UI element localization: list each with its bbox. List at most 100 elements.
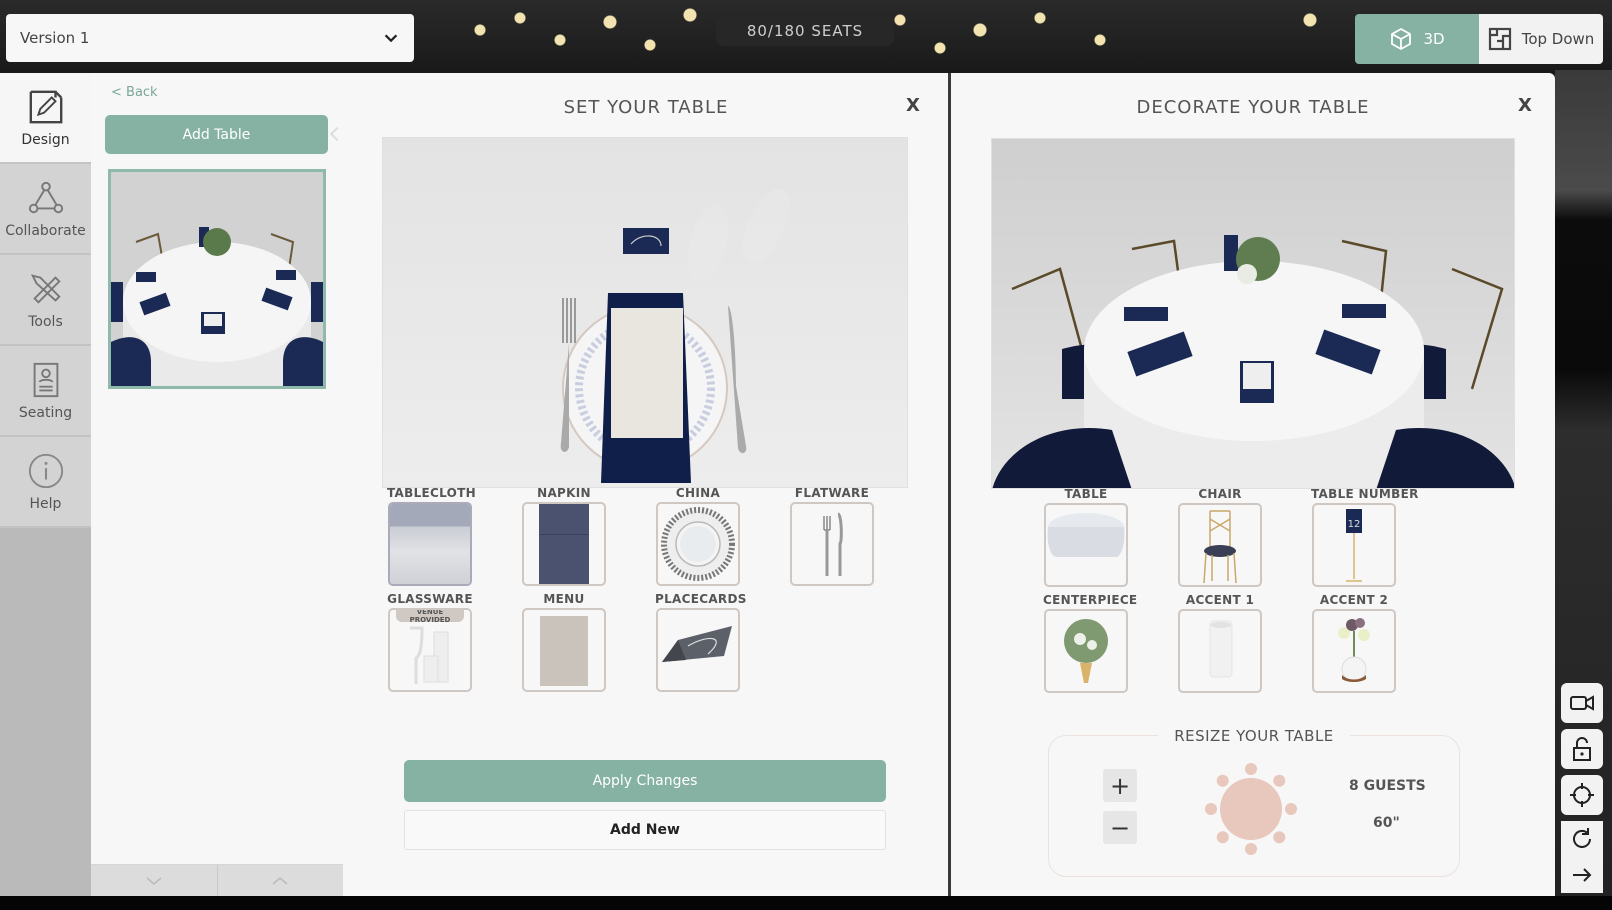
- seat-dot: [1273, 774, 1286, 787]
- menu-card-swatch: [540, 616, 588, 686]
- nav-item-collaborate[interactable]: Collaborate: [0, 164, 91, 255]
- nav-item-tools[interactable]: Tools: [0, 255, 91, 346]
- flatware-option[interactable]: [790, 502, 874, 586]
- item-label: ACCENT 2: [1319, 593, 1389, 607]
- glassware-option[interactable]: VENUE PROVIDED: [388, 608, 472, 692]
- apply-changes-button[interactable]: Apply Changes: [404, 760, 886, 802]
- view-toggle: 3D Top Down: [1355, 14, 1603, 64]
- nav-label: Collaborate: [5, 222, 86, 239]
- decorated-table-image: [992, 235, 1514, 488]
- guest-count: 8 GUESTS: [1349, 778, 1426, 794]
- nav-label: Design: [21, 131, 70, 148]
- network-icon: [28, 181, 63, 213]
- chevron-up-icon: [272, 876, 288, 885]
- china-option[interactable]: [656, 502, 740, 586]
- chevron-down-icon: [146, 876, 162, 885]
- napkin-swatch: [539, 504, 589, 584]
- panel-title: DECORATE YOUR TABLE: [1136, 97, 1370, 118]
- centerpiece-option[interactable]: [1044, 609, 1128, 693]
- chiavari-chair-icon: [1203, 510, 1237, 584]
- version-select[interactable]: Version 1: [6, 14, 414, 62]
- menu-option[interactable]: [522, 608, 606, 692]
- item-accent-1: ACCENT 1: [1177, 593, 1263, 693]
- seat-dot: [1273, 831, 1286, 844]
- svg-text:12: 12: [1348, 519, 1361, 530]
- tablecloth-option[interactable]: [388, 502, 472, 586]
- view-top-down-button[interactable]: Top Down: [1479, 14, 1603, 64]
- placecards-option[interactable]: [656, 608, 740, 692]
- table-number-option[interactable]: 12: [1312, 503, 1396, 587]
- seat-dot: [1216, 774, 1229, 787]
- seat-dot: [1245, 763, 1257, 775]
- seat-dot: [1216, 831, 1229, 844]
- centerpiece-icon: [1064, 619, 1108, 683]
- napkin-fold: [539, 534, 589, 535]
- scroll-down-button[interactable]: [91, 865, 218, 896]
- add-new-button[interactable]: Add New: [404, 810, 886, 850]
- table-shape: [1220, 778, 1282, 840]
- fork-knife-icon: [823, 512, 843, 576]
- item-glassware: GLASSWARE VENUE PROVIDED: [387, 592, 473, 692]
- left-nav: Design Collaborate Tools Seating Help: [0, 73, 91, 896]
- accent-1-option[interactable]: [1178, 609, 1262, 693]
- crosshair-icon: [1570, 783, 1594, 807]
- scroll-up-button[interactable]: [217, 865, 343, 896]
- item-label: PLACECARDS: [655, 592, 747, 606]
- cube-icon: [1391, 28, 1412, 50]
- table-option[interactable]: [1044, 503, 1128, 587]
- arrow-right-icon: [1573, 868, 1592, 882]
- tools-icon: [30, 273, 61, 304]
- rotate-icon: [1573, 828, 1591, 848]
- item-label: NAPKIN: [537, 486, 591, 500]
- napkin-option[interactable]: [522, 502, 606, 586]
- item-label: CHINA: [675, 486, 721, 500]
- pencil-icon: [29, 90, 62, 123]
- next-button[interactable]: [1561, 857, 1603, 893]
- nav-label: Help: [29, 495, 62, 512]
- recenter-button[interactable]: [1561, 775, 1603, 815]
- accent-2-option[interactable]: [1312, 609, 1396, 693]
- increase-size-button[interactable]: +: [1103, 769, 1137, 802]
- item-chair: CHAIR: [1177, 487, 1263, 587]
- item-accent-2: ACCENT 2: [1311, 593, 1397, 693]
- set-your-table-panel: SET YOUR TABLE X TABLECLOTH NAPKIN CHINA…: [343, 73, 949, 896]
- nav-item-design[interactable]: Design: [0, 73, 91, 164]
- item-flatware: FLATWARE: [789, 486, 875, 586]
- back-link[interactable]: < Back: [111, 85, 158, 100]
- collapse-arrow-icon[interactable]: [329, 126, 345, 142]
- nav-label: Seating: [18, 404, 73, 421]
- seat-dot: [1285, 803, 1297, 815]
- resize-table-section: RESIZE YOUR TABLE + − 8 GUESTS 60": [1048, 727, 1460, 877]
- item-label: TABLE NUMBER: [1311, 487, 1419, 501]
- decrease-size-button[interactable]: −: [1103, 811, 1137, 844]
- table-decor-preview[interactable]: [991, 138, 1515, 489]
- item-label: FLATWARE: [794, 486, 870, 500]
- place-setting-preview[interactable]: [382, 137, 908, 488]
- chair-option[interactable]: [1178, 503, 1262, 587]
- camera-button[interactable]: [1561, 683, 1603, 723]
- item-label: TABLE: [1064, 487, 1108, 501]
- item-tablecloth: TABLECLOTH: [387, 486, 476, 586]
- table-thumbnail-image: [111, 172, 323, 386]
- nav-item-help[interactable]: Help: [0, 437, 91, 528]
- view-3d-label: 3D: [1423, 30, 1445, 48]
- close-button[interactable]: X: [1518, 95, 1532, 116]
- tablecloth-swatch: [390, 504, 470, 584]
- item-placecards: PLACECARDS: [655, 592, 747, 692]
- round-table-icon: [1047, 513, 1125, 557]
- chevron-down-icon: [384, 34, 398, 43]
- view-3d-button[interactable]: 3D: [1355, 14, 1479, 64]
- video-camera-icon: [1570, 695, 1594, 711]
- item-china: CHINA: [655, 486, 741, 586]
- lock-button[interactable]: [1561, 729, 1603, 769]
- table-size: 60": [1373, 815, 1400, 831]
- close-button[interactable]: X: [906, 95, 920, 116]
- table-thumbnail[interactable]: [108, 169, 326, 389]
- rotate-button[interactable]: [1561, 821, 1603, 857]
- tables-panel: < Back Add Table: [91, 73, 345, 896]
- item-centerpiece: CENTERPIECE: [1043, 593, 1137, 693]
- add-table-button[interactable]: Add Table: [105, 115, 328, 154]
- nav-item-seating[interactable]: Seating: [0, 346, 91, 437]
- decorate-your-table-panel: DECORATE YOUR TABLE X TABLE CHAIR TABLE …: [951, 73, 1555, 896]
- item-label: TABLECLOTH: [387, 486, 476, 500]
